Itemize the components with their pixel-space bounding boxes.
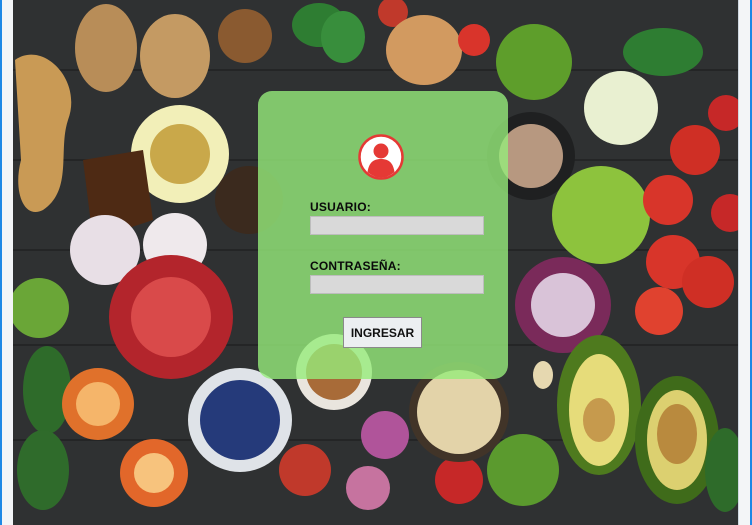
password-label: CONTRASEÑA: [310, 259, 401, 273]
login-screen: USUARIO: CONTRASEÑA: INGRESAR [0, 0, 752, 525]
user-icon [358, 134, 404, 180]
password-input[interactable] [310, 275, 484, 294]
login-button[interactable]: INGRESAR [343, 317, 422, 348]
username-input[interactable] [310, 216, 484, 235]
login-card: USUARIO: CONTRASEÑA: INGRESAR [258, 91, 508, 379]
username-label: USUARIO: [310, 200, 371, 214]
window-left-border [0, 0, 14, 525]
window-right-border [738, 0, 752, 525]
